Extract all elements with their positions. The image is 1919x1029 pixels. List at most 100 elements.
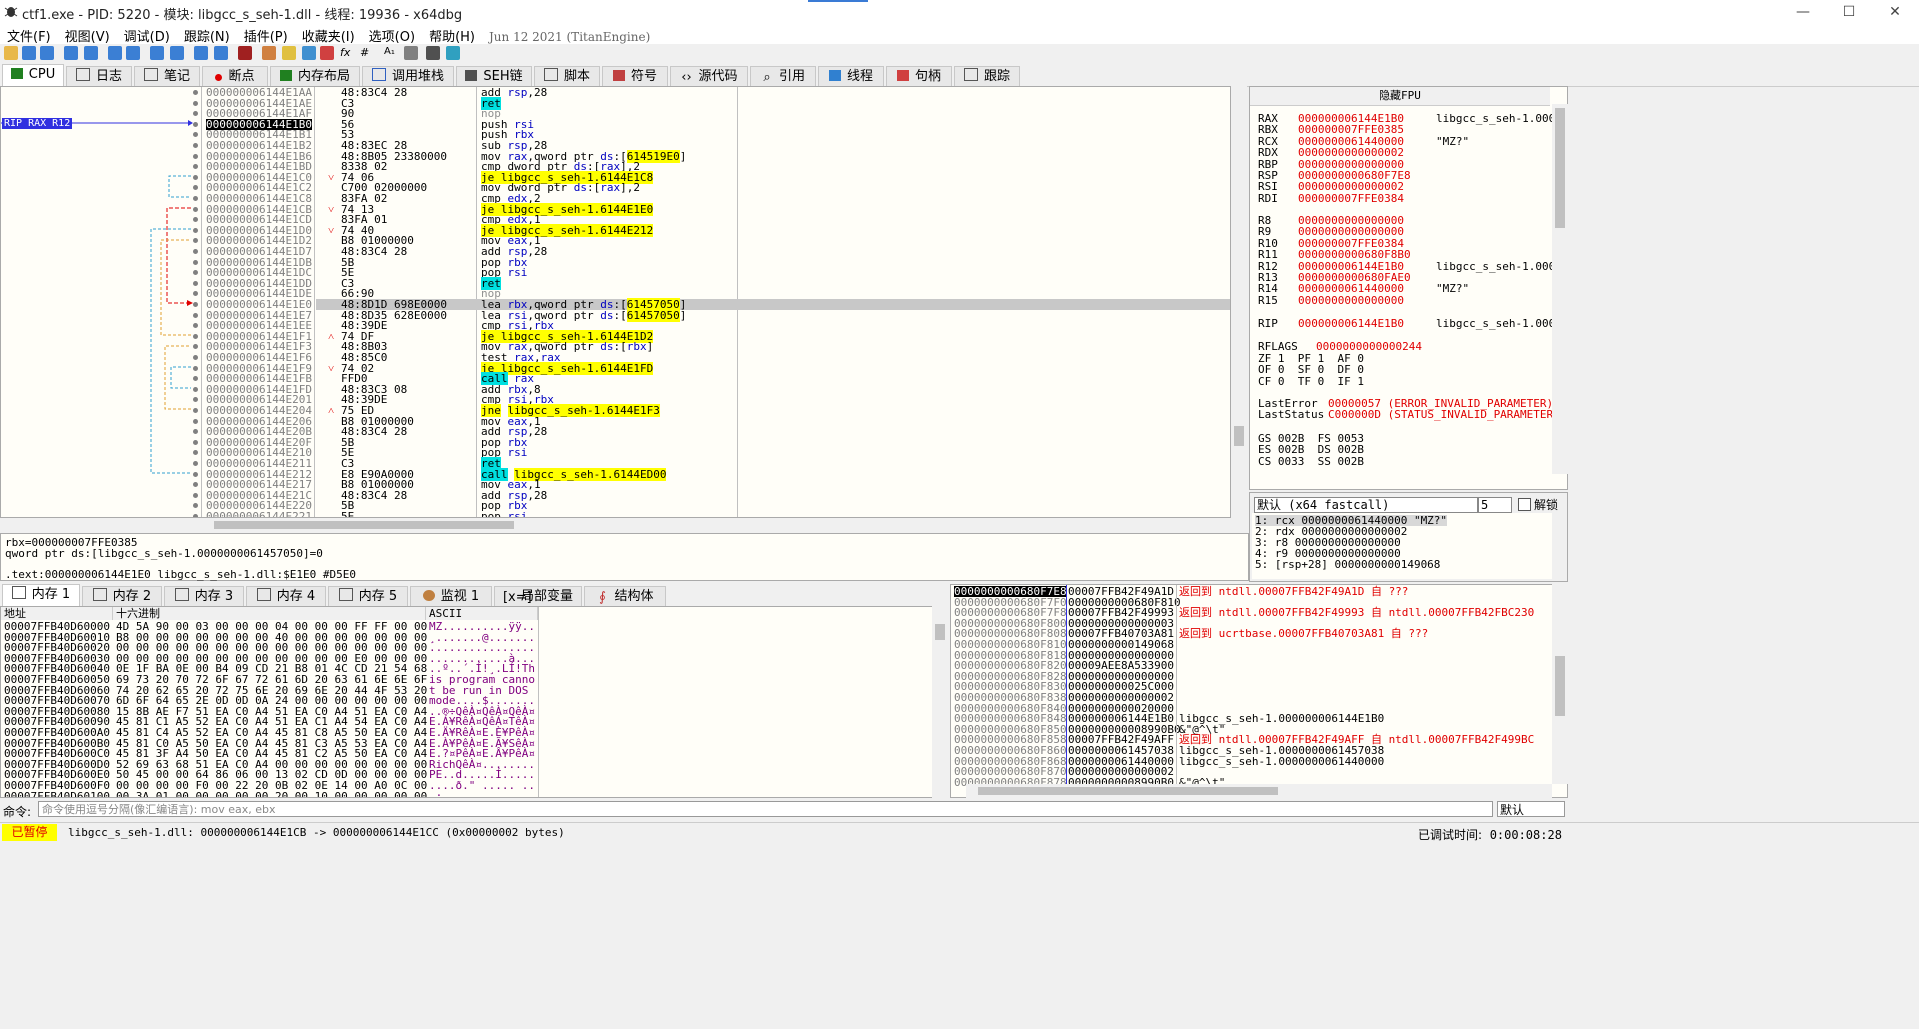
breakpoint-bullet[interactable] — [193, 196, 198, 201]
hash-icon[interactable]: # — [360, 46, 374, 60]
menu-help[interactable]: 帮助(H) — [422, 24, 482, 45]
flags-row[interactable]: OF 0 SF 0 DF 0 — [1258, 364, 1364, 375]
register-value[interactable]: C000000D (STATUS_INVALID_PARAMETER — [1328, 409, 1553, 420]
breakpoint-bullet[interactable] — [193, 100, 198, 106]
minimize-button[interactable]: — — [1780, 0, 1826, 24]
segment-row[interactable]: CS 0033 SS 002B — [1258, 456, 1364, 467]
dump-hex[interactable]: 00 3A 01 00 00 00 00 00 20 00 10 00 00 0… — [116, 791, 427, 797]
register-value[interactable]: 0000000000000000 — [1298, 226, 1404, 237]
dump-vscroll[interactable] — [932, 606, 948, 798]
command-input[interactable]: 命令使用逗号分隔(像汇编语言): mov eax, ebx — [38, 801, 1493, 817]
menu-debug[interactable]: 调试(D) — [117, 24, 177, 45]
trace-over-icon[interactable] — [170, 46, 184, 60]
registers-panel[interactable]: 隐藏FPU RAX 000000006144E1B0 libgcc_s_seh-1.… — [1249, 86, 1568, 490]
register-value[interactable]: 0000000000000002 — [1298, 147, 1404, 158]
register-value[interactable]: 000000006144E1B0 — [1298, 318, 1404, 329]
scroll-thumb[interactable] — [1234, 426, 1244, 446]
scylla-icon[interactable] — [238, 46, 252, 60]
register-value[interactable]: 000000006144E1B0 — [1298, 113, 1404, 124]
register-value[interactable]: 0000000000000002 — [1298, 181, 1404, 192]
close-button[interactable]: ✕ — [1872, 0, 1918, 24]
breakpoint-bullet[interactable] — [193, 439, 198, 445]
help-globe-icon[interactable] — [446, 46, 460, 60]
run-to-user-code-icon[interactable] — [214, 46, 228, 60]
breakpoint-bullet[interactable] — [193, 355, 198, 360]
dump-header-hex[interactable]: 十六进制 — [113, 607, 426, 620]
breakpoint-bullet[interactable] — [193, 121, 198, 127]
breakpoint-bullet[interactable] — [193, 259, 198, 265]
register-value[interactable]: 000000007FFE0384 — [1298, 193, 1404, 204]
breakpoint-bullet[interactable] — [193, 280, 198, 286]
memory-dump-view[interactable]: 地址 十六进制 ASCII 00007FFB40D60000 4D 5A 90 0… — [0, 606, 948, 798]
breakpoint-bullet[interactable] — [193, 90, 198, 95]
step-over-icon[interactable] — [126, 46, 140, 60]
dump-header-ascii[interactable]: ASCII — [426, 607, 538, 620]
pause-icon[interactable] — [84, 46, 98, 60]
register-value[interactable]: 000000006144E1B0 — [1298, 261, 1404, 272]
command-mode-dropdown[interactable]: 默认 — [1497, 801, 1565, 817]
tab-memory-5[interactable]: 内存 5 — [328, 586, 408, 607]
tab-breakpoints[interactable]: 断点 — [202, 66, 268, 87]
dump-row[interactable]: 00007FFB40D60100 00 3A 01 00 00 00 00 00 … — [1, 791, 541, 797]
breakpoint-bullet[interactable] — [193, 312, 198, 318]
tab-memory-4[interactable]: 内存 4 — [246, 586, 326, 607]
breakpoint-bullet[interactable] — [193, 418, 198, 424]
function-icon[interactable] — [320, 46, 334, 60]
tab-symbols[interactable]: 符号 — [602, 66, 668, 87]
scroll-thumb[interactable] — [1555, 656, 1565, 716]
tab-locals[interactable]: [x=]局部变量 — [494, 586, 582, 607]
scroll-thumb[interactable] — [214, 521, 514, 529]
menu-options[interactable]: 选项(O) — [362, 24, 422, 45]
breakpoint-bullet[interactable] — [193, 206, 198, 212]
dump-header-address[interactable]: 地址 — [1, 607, 113, 620]
tab-references[interactable]: ⌕ 引用 — [750, 66, 816, 87]
register-value[interactable]: 0000000000000244 — [1316, 341, 1422, 352]
register-value[interactable]: 0000000000680F8B0 — [1298, 249, 1411, 260]
breakpoint-bullet[interactable] — [193, 365, 198, 371]
menu-view[interactable]: 视图(V) — [58, 24, 117, 45]
trace-into-icon[interactable] — [150, 46, 164, 60]
arg-count-spinner[interactable]: 5 — [1478, 497, 1512, 513]
flags-row[interactable]: CF 0 TF 0 IF 1 — [1258, 376, 1364, 387]
tab-watch-1[interactable]: 监视 1 — [410, 586, 492, 607]
breakpoint-bullet[interactable] — [193, 174, 198, 180]
flags-row[interactable]: ZF 1 PF 1 AF 0 — [1258, 353, 1364, 364]
dump-ascii[interactable]: .:...... ....... — [429, 791, 535, 797]
execute-till-return-icon[interactable] — [194, 46, 208, 60]
bookmark-icon[interactable] — [302, 46, 316, 60]
calculator-icon[interactable] — [426, 46, 440, 60]
breakpoint-bullet[interactable] — [193, 461, 198, 466]
restart-icon[interactable] — [22, 46, 36, 60]
tab-handles[interactable]: 句柄 — [886, 66, 952, 87]
tab-memory-map[interactable]: 内存布局 — [270, 66, 360, 87]
open-icon[interactable] — [4, 46, 18, 60]
breakpoint-bullet[interactable] — [193, 153, 198, 159]
tab-struct[interactable]: ∮ 结构体 — [584, 586, 666, 607]
close-debug-icon[interactable] — [40, 46, 54, 60]
register-value[interactable]: 0000000000680F7E8 — [1298, 170, 1411, 181]
stack-vscroll[interactable] — [1552, 584, 1568, 784]
register-value[interactable]: 0000000000000000 — [1298, 159, 1404, 170]
tab-threads[interactable]: 线程 — [818, 66, 884, 87]
breakpoint-bullet[interactable] — [193, 249, 198, 254]
tab-cpu[interactable]: CPU — [2, 64, 64, 87]
register-value[interactable]: 000000007FFE0384 — [1298, 238, 1404, 249]
menu-trace[interactable]: 跟踪(N) — [177, 24, 237, 45]
register-value[interactable]: 0000000000000000 — [1298, 215, 1404, 226]
breakpoint-bullet[interactable] — [193, 333, 198, 339]
tab-trace[interactable]: 跟踪 — [954, 66, 1020, 87]
breakpoint-bullet[interactable] — [193, 386, 198, 392]
segment-row[interactable]: ES 002B DS 002B — [1258, 444, 1364, 455]
disasm-hscroll[interactable] — [202, 518, 1230, 532]
tab-call-stack[interactable]: 调用堆栈 — [362, 66, 454, 87]
hide-fpu-button[interactable]: 隐藏FPU — [1250, 87, 1550, 106]
label-icon[interactable] — [282, 46, 296, 60]
register-value[interactable]: 000000007FFE0385 — [1298, 124, 1404, 135]
stack-hscroll[interactable] — [966, 784, 1552, 798]
scroll-thumb[interactable] — [978, 787, 1278, 795]
breakpoint-bullet[interactable] — [193, 471, 198, 477]
register-value[interactable]: 0000000000000000 — [1298, 295, 1404, 306]
tab-log[interactable]: 日志 — [66, 66, 132, 87]
disasm-vscroll[interactable] — [1231, 86, 1247, 518]
breakpoint-bullet[interactable] — [193, 227, 198, 233]
